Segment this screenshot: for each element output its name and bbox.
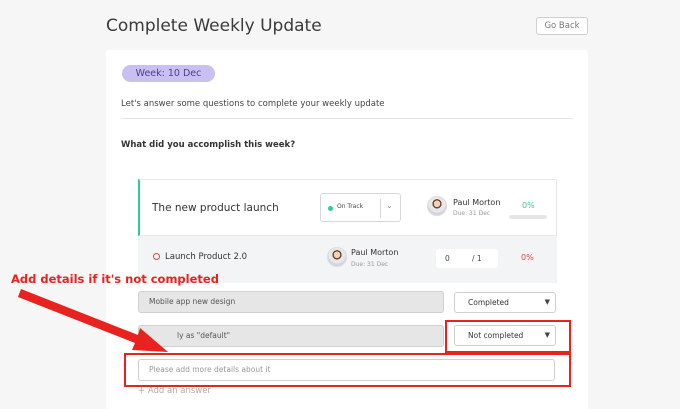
annotation-arrow xyxy=(18,289,168,352)
